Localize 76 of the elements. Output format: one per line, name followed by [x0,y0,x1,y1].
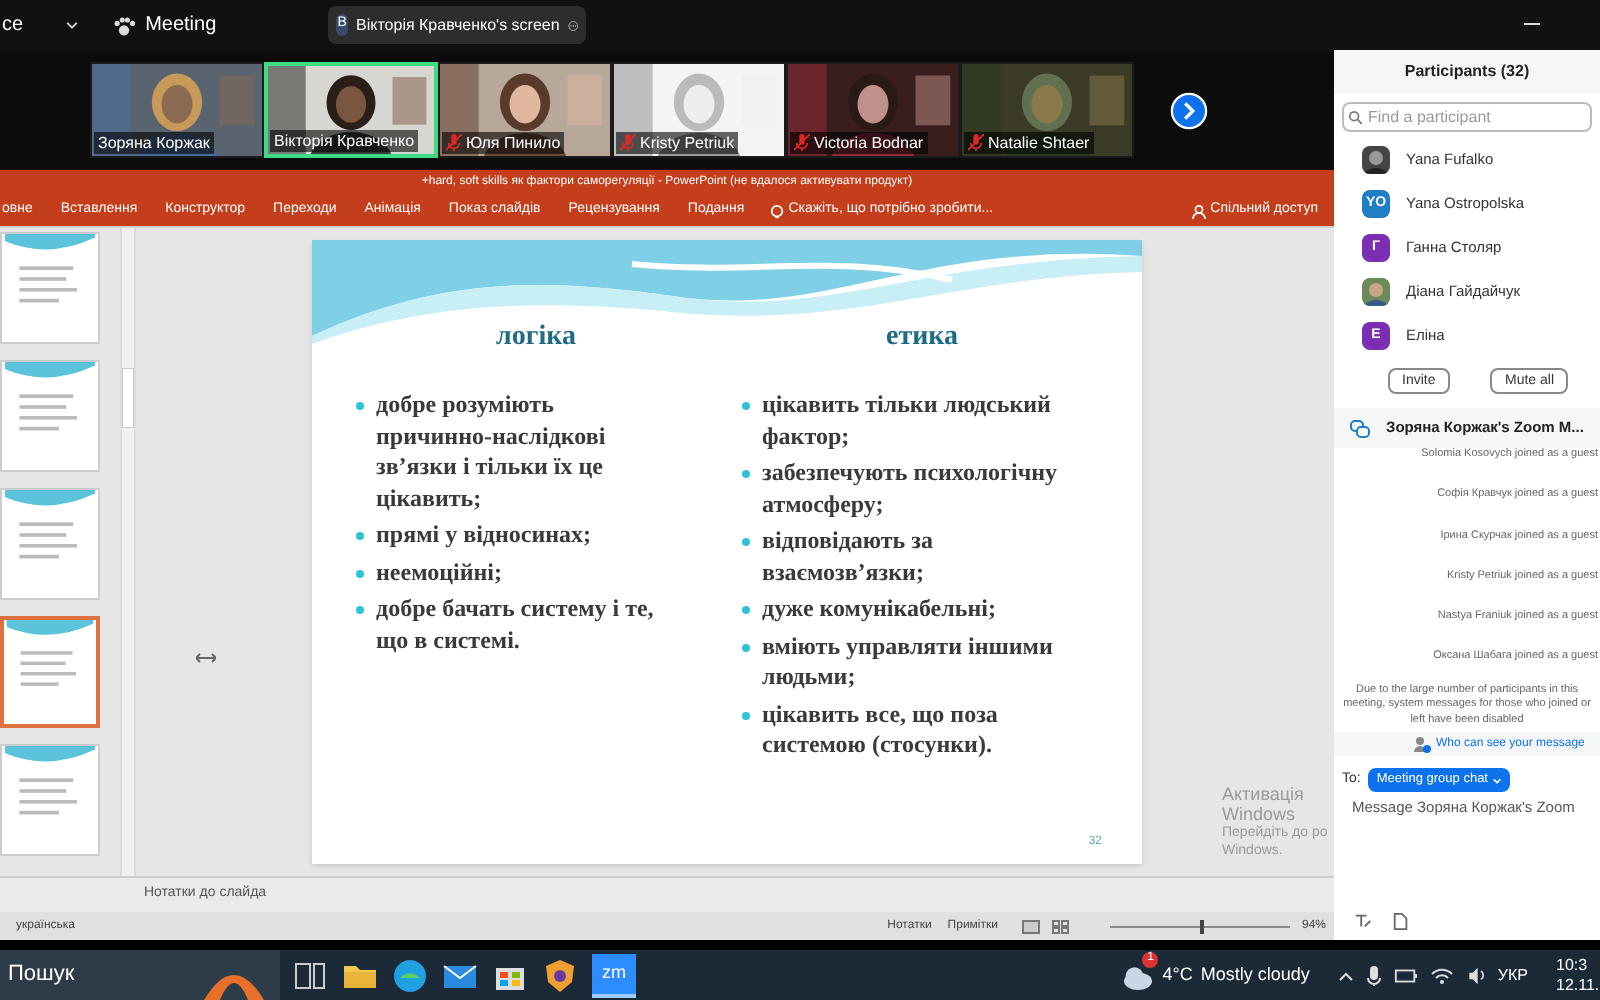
video-tile[interactable]: Natalie Shtaer [960,62,1134,158]
bullet-icon [742,606,750,614]
microphone-icon[interactable] [1365,965,1382,985]
video-tile[interactable]: Victoria Bodnar [786,62,960,158]
video-tile[interactable]: Юля Пинило [438,62,612,158]
share-label: Вікторія Кравченко's screen [356,13,560,37]
task-view-icon[interactable] [292,957,328,993]
bullet-text: дуже комунікабельні; [762,594,998,625]
arch-icon [204,974,264,1000]
bullet-text: забезпечують психологічну атмосферу; [762,458,1060,520]
bullet-icon [356,569,364,577]
participant-name: Victoria Bodnar [814,131,924,155]
bullet-icon [742,538,750,546]
normal-view-icon[interactable] [1021,919,1040,933]
bullet-text: добре розуміють причинно-наслідкові зв’язки і тільки їх це цікавить; [376,390,608,514]
bullet-text: прямі у відносинах; [376,520,594,551]
bullet-icon [356,402,364,410]
slide-thumbnail[interactable] [0,616,100,728]
video-tile[interactable]: Зоряна Коржак [90,62,264,158]
file-icon[interactable] [1392,912,1410,932]
slide-thumbnail[interactable] [0,744,100,856]
next-page-button[interactable] [1170,91,1208,129]
grid-view-icon[interactable] [1051,919,1070,933]
video-tile[interactable]: Kristy Petriuk [612,62,786,158]
taskbar-search[interactable]: Пошук [0,950,280,1000]
search-icon [1348,110,1362,124]
participant-name: Kristy Petriuk [640,131,735,155]
bullet-text: цікавить тільки людський фактор; [762,390,1053,452]
bullet-text: вміють управляти іншими людьми; [762,631,1055,693]
participant-name: Natalie Shtaer [988,131,1090,155]
search-field[interactable]: Find a participant [1342,102,1592,132]
chevron-up-icon[interactable] [1337,969,1354,981]
slider-thumb[interactable] [1199,919,1204,933]
bullet-text: відповідають за взаємозв’язки; [762,526,935,588]
participant-name: Юля Пинило [466,131,561,155]
person-icon [1192,203,1207,219]
chat-icon [1350,419,1370,437]
bullet-text: неемоційні; [376,557,504,588]
video-tile[interactable]: Вікторія Кравченко [264,62,438,158]
battery-icon[interactable] [1393,965,1418,985]
browser-icon[interactable] [392,957,428,993]
meeting-label: Meeting [145,12,217,40]
speaker-icon[interactable] [1465,965,1486,985]
slide-thumbnail[interactable] [0,360,100,472]
bullet-icon [742,711,750,719]
text-format-icon[interactable] [1354,912,1372,930]
slide-thumbnail[interactable] [0,232,100,344]
bullet-icon [742,470,750,478]
activation-title: Активація Windows [1222,784,1306,824]
cloud-icon [1122,961,1155,989]
privacy-icon [1414,735,1432,753]
wifi-icon[interactable] [1429,965,1454,985]
caret-icon [1492,775,1502,785]
column-heading: етика [883,320,960,356]
weather-condition: Mostly cloudy [1200,961,1310,988]
shield-icon[interactable] [542,957,578,993]
paw-icon [111,13,136,37]
resize-icon [196,650,216,666]
bullet-icon [742,643,750,651]
clock-date[interactable]: 12.11. [1556,975,1600,995]
slide-thumbnail[interactable] [0,488,100,600]
bullet-icon [356,606,364,614]
bullet-icon [742,402,750,410]
bullet-text: добре бачать систему і те, що в системі. [376,594,656,656]
more-icon[interactable] [567,15,579,35]
temperature: 4°C [1162,961,1193,988]
window-title: ce [2,12,24,40]
participant-name: Зоряна Коржак [98,131,210,155]
participant-name: Вікторія Кравченко [274,129,415,153]
bullet-text: цікавить все, що поза системою (стосунки). [762,699,1000,761]
column-heading: логіка [494,320,578,356]
caret-icon[interactable] [63,17,80,33]
bullet-icon [356,532,364,540]
clock-time[interactable]: 10:3 [1556,955,1588,975]
panel-title: Participants (32) [1334,50,1600,94]
input-language[interactable]: УКР [1497,963,1528,987]
